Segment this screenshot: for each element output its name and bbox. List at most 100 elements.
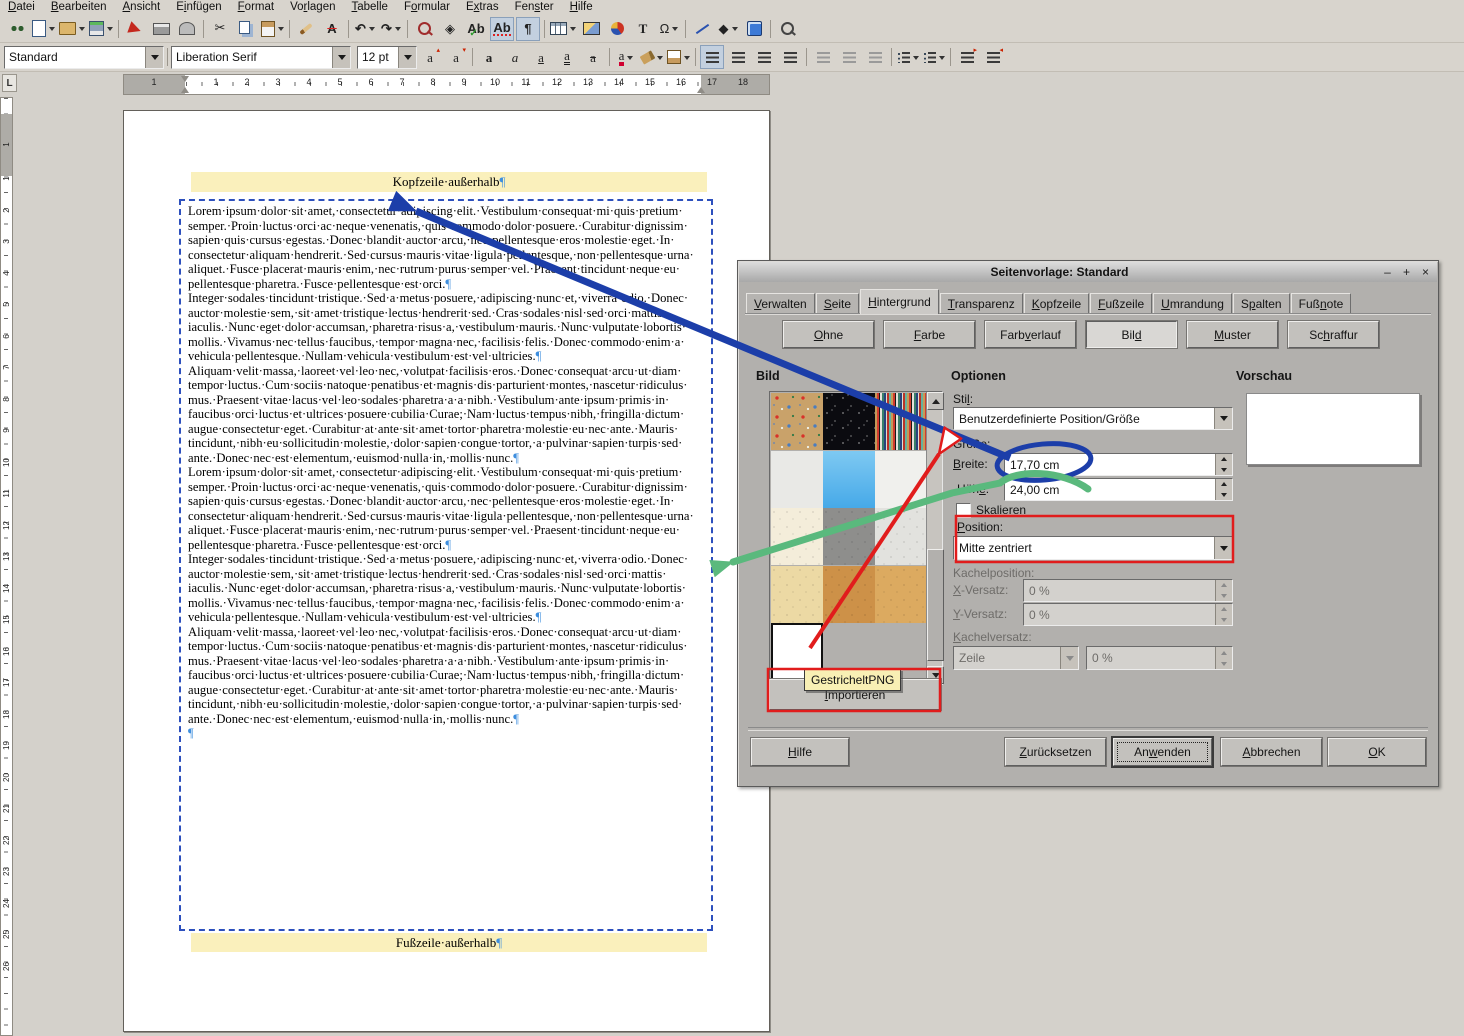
- basic-shapes-icon[interactable]: ◆: [716, 17, 740, 41]
- menu-item-hilfe[interactable]: Hilfe: [562, 0, 601, 15]
- page-header[interactable]: Kopfzeile·​außerhalb¶: [191, 172, 707, 192]
- document-page[interactable]: Kopfzeile·​außerhalb¶ Lorem·​ipsum·​dolo…: [123, 110, 770, 1032]
- skalieren-label[interactable]: Skalieren: [976, 503, 1026, 517]
- hilfe-button[interactable]: Hilfe: [751, 738, 849, 766]
- menu-item-ansicht[interactable]: Ansicht: [115, 0, 169, 15]
- chevron-down-icon[interactable]: [369, 27, 375, 34]
- menu-item-bearbeiten[interactable]: Bearbeiten: [43, 0, 115, 15]
- export-pdf-icon[interactable]: [123, 17, 147, 41]
- save-icon[interactable]: [88, 17, 114, 41]
- bild-button[interactable]: Bild: [1086, 321, 1177, 348]
- chevron-down-icon[interactable]: [1214, 408, 1232, 429]
- thumbnail-marble-light[interactable]: [771, 451, 823, 508]
- decrease-font-size-icon[interactable]: a▾: [444, 45, 468, 69]
- chevron-down-icon[interactable]: [1214, 537, 1232, 559]
- paragraph-style-combo[interactable]: Standard: [4, 46, 164, 69]
- ohne-button[interactable]: Ohne: [783, 321, 874, 348]
- tab-stop-selector[interactable]: L: [2, 74, 17, 92]
- tab-funote[interactable]: Fußnote: [1291, 293, 1352, 314]
- chevron-down-icon[interactable]: [732, 27, 738, 34]
- form-controls-icon[interactable]: [742, 17, 766, 41]
- insert-line-icon[interactable]: [690, 17, 714, 41]
- breite-input[interactable]: 17,70 cm: [1004, 453, 1233, 476]
- minimize-button[interactable]: –: [1380, 265, 1395, 280]
- tab-spalten[interactable]: Spalten: [1233, 293, 1290, 314]
- thumbnail-ochre[interactable]: [875, 566, 927, 623]
- document-body-text[interactable]: Lorem·​ipsum·​dolor·​sit·​amet,·​consect…: [188, 204, 704, 741]
- zurcksetzen-button[interactable]: Zurücksetzen: [1005, 738, 1106, 766]
- find-icon[interactable]: [5, 17, 29, 41]
- insert-image-icon[interactable]: [579, 17, 603, 41]
- menu-item-extras[interactable]: Extras: [458, 0, 507, 15]
- align-right-icon[interactable]: [752, 45, 776, 69]
- find-replace-icon[interactable]: [412, 17, 436, 41]
- insert-textbox-icon[interactable]: T: [631, 17, 655, 41]
- right-indent-marker[interactable]: [697, 83, 705, 93]
- spin-down-icon[interactable]: [1216, 490, 1232, 501]
- position-select[interactable]: Mitte zentriert: [953, 536, 1233, 560]
- zoom-icon[interactable]: [775, 17, 799, 41]
- chevron-down-icon[interactable]: [145, 47, 163, 68]
- tab-transparenz[interactable]: Transparenz: [940, 293, 1023, 314]
- font-name-combo[interactable]: Liberation Serif: [171, 46, 351, 69]
- spelling-icon[interactable]: Ab: [464, 17, 488, 41]
- formatting-marks-icon[interactable]: ¶: [516, 17, 540, 41]
- scrollbar-thumb[interactable]: [927, 549, 944, 661]
- clone-formatting-icon[interactable]: [294, 17, 318, 41]
- tab-umrandung[interactable]: Umrandung: [1153, 293, 1232, 314]
- special-character-icon[interactable]: Ω: [657, 17, 681, 41]
- page-footer[interactable]: Fußzeile·​außerhalb¶: [191, 933, 707, 952]
- chevron-down-icon[interactable]: [398, 47, 416, 68]
- image-list-scrollbar[interactable]: [926, 392, 942, 684]
- thumbnail-concrete[interactable]: [823, 508, 875, 565]
- muster-button[interactable]: Muster: [1187, 321, 1278, 348]
- dialog-titlebar[interactable]: Seitenvorlage: Standard –+×: [739, 262, 1437, 282]
- highlight-color-icon[interactable]: [640, 45, 664, 69]
- paragraph-spacing-decrease-icon[interactable]: [863, 45, 887, 69]
- ordered-list-icon[interactable]: [922, 45, 946, 69]
- double-underline-icon[interactable]: a: [555, 45, 579, 69]
- strikethrough-icon[interactable]: a: [581, 45, 605, 69]
- unordered-list-icon[interactable]: [896, 45, 920, 69]
- italic-icon[interactable]: a: [503, 45, 527, 69]
- menu-item-datei[interactable]: Datei: [0, 0, 43, 15]
- hoehe-input[interactable]: 24,00 cm: [1004, 478, 1233, 501]
- thumbnail-night[interactable]: [823, 393, 875, 450]
- menu-item-vorlagen[interactable]: Vorlagen: [282, 0, 343, 15]
- chevron-down-icon[interactable]: [395, 27, 401, 34]
- thumbnail-stripes[interactable]: [875, 393, 927, 450]
- chevron-down-icon[interactable]: [49, 27, 55, 34]
- thumbnail-parchment[interactable]: [771, 508, 823, 565]
- chevron-down-icon[interactable]: [79, 27, 85, 34]
- tab-kopfzeile[interactable]: Kopfzeile: [1024, 293, 1089, 314]
- menu-item-tabelle[interactable]: Tabelle: [344, 0, 396, 15]
- spin-down-icon[interactable]: [1216, 465, 1232, 476]
- maximize-button[interactable]: +: [1399, 265, 1414, 280]
- redo-icon[interactable]: ↷: [379, 17, 403, 41]
- decrease-indent-icon[interactable]: ◂: [981, 45, 1005, 69]
- thumbnail-terracotta[interactable]: [823, 566, 875, 623]
- thumbnail-floral[interactable]: [771, 393, 823, 450]
- insert-table-icon[interactable]: [549, 17, 577, 41]
- increase-indent-icon[interactable]: ▸: [955, 45, 979, 69]
- tab-fuzeile[interactable]: Fußzeile: [1090, 293, 1152, 314]
- spin-up-icon[interactable]: [1216, 454, 1232, 465]
- abbrechen-button[interactable]: Abbrechen: [1221, 738, 1322, 766]
- background-color-icon[interactable]: [666, 45, 691, 69]
- thumbnail-sand[interactable]: [771, 566, 823, 623]
- font-size-combo[interactable]: 12 pt: [357, 46, 417, 69]
- underline-icon[interactable]: a: [529, 45, 553, 69]
- copy-icon[interactable]: [234, 17, 258, 41]
- scroll-up-button[interactable]: [927, 392, 944, 410]
- insert-chart-icon[interactable]: [605, 17, 629, 41]
- undo-icon[interactable]: ↶: [353, 17, 377, 41]
- font-color-icon[interactable]: a: [614, 45, 638, 69]
- chevron-down-icon[interactable]: [657, 56, 663, 63]
- line-spacing-icon[interactable]: [811, 45, 835, 69]
- chevron-down-icon[interactable]: [278, 27, 284, 34]
- chevron-down-icon[interactable]: [570, 27, 576, 34]
- tab-verwalten[interactable]: Verwalten: [746, 293, 815, 314]
- bold-icon[interactable]: a: [477, 45, 501, 69]
- paragraph-spacing-increase-icon[interactable]: [837, 45, 861, 69]
- clear-formatting-icon[interactable]: A: [320, 17, 344, 41]
